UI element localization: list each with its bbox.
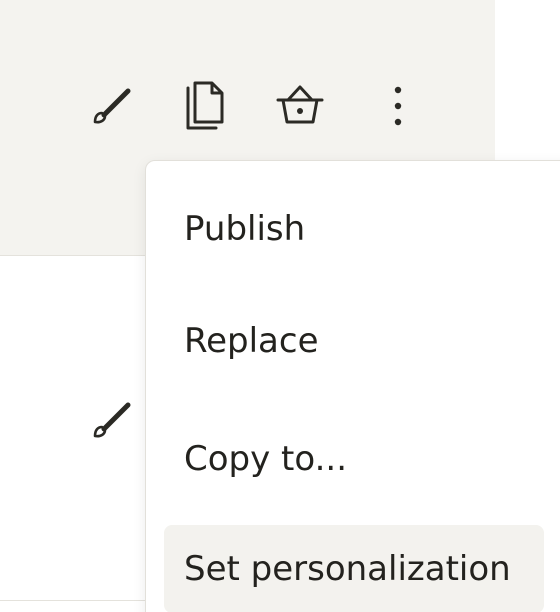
menu-item-set-personalization[interactable]: Set personalization <box>164 525 544 612</box>
row-divider <box>0 600 148 601</box>
actions-menu: Publish Replace Copy to... Set personali… <box>145 160 560 612</box>
menu-item-copy-to[interactable]: Copy to... <box>164 415 544 503</box>
brush-icon[interactable] <box>88 82 136 130</box>
copy-icon[interactable] <box>182 78 228 134</box>
basket-icon[interactable] <box>274 82 326 128</box>
menu-item-replace[interactable]: Replace <box>164 297 544 385</box>
brush-icon[interactable] <box>88 396 136 444</box>
menu-item-publish[interactable]: Publish <box>164 185 544 273</box>
more-vertical-icon[interactable] <box>384 80 412 132</box>
screen: Publish Replace Copy to... Set personali… <box>0 0 560 612</box>
